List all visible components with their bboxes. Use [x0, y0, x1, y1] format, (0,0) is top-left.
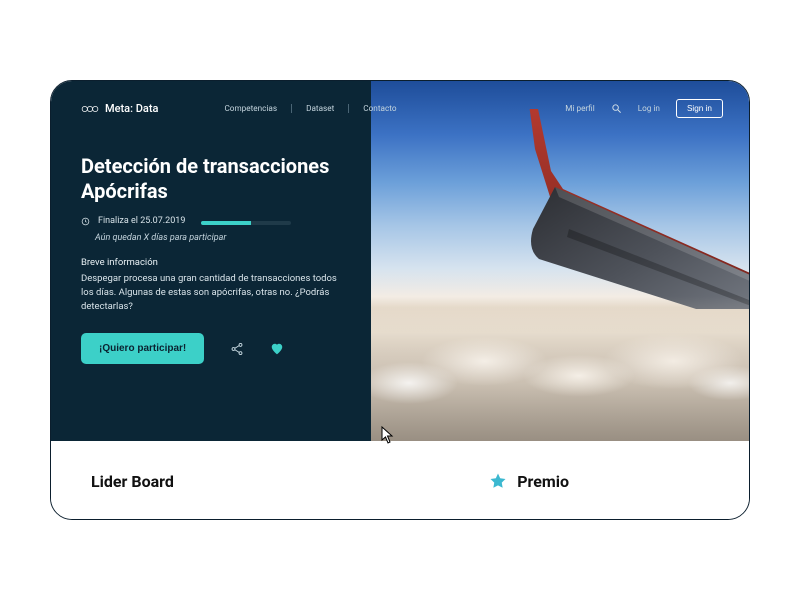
nav-secondary: Mi perfil Log in Sign in	[565, 99, 723, 118]
lower-tabs: Lider Board Premio	[51, 441, 749, 520]
nav-miperfil[interactable]: Mi perfil	[565, 104, 594, 114]
star-icon	[489, 472, 507, 490]
brand-name: Meta: Data	[105, 102, 158, 115]
nav-contacto[interactable]: Contacto	[349, 104, 410, 114]
tab-premio[interactable]: Premio	[489, 472, 569, 491]
page-title: Detección de transacciones Apócrifas	[81, 154, 341, 204]
login-link[interactable]: Log in	[638, 104, 660, 114]
brand-logo[interactable]: Meta: Data	[81, 102, 158, 115]
tab-premio-label: Premio	[517, 472, 569, 491]
hero-section: Meta: Data Competencias Dataset Contacto…	[51, 81, 749, 441]
clouds-illustration	[371, 296, 749, 441]
heart-icon[interactable]	[270, 342, 284, 356]
deadline-row: Finaliza el 25.07.2019	[81, 216, 185, 226]
deadline-progress-row: Finaliza el 25.07.2019	[81, 216, 341, 230]
progress-fill	[201, 221, 251, 225]
description-text: Despegar procesa una gran cantidad de tr…	[81, 272, 341, 313]
search-icon[interactable]	[611, 103, 622, 114]
tab-leaderboard-label: Lider Board	[91, 472, 174, 491]
tab-leaderboard[interactable]: Lider Board	[91, 472, 174, 491]
app-window: Meta: Data Competencias Dataset Contacto…	[50, 80, 750, 520]
top-nav: Meta: Data Competencias Dataset Contacto…	[51, 99, 750, 143]
deadline-text: Finaliza el 25.07.2019	[98, 216, 185, 226]
nav-dataset[interactable]: Dataset	[292, 104, 348, 114]
signin-button[interactable]: Sign in	[676, 99, 723, 118]
remaining-text: Aún quedan X días para participar	[95, 233, 341, 243]
info-label: Breve información	[81, 257, 341, 268]
hero-left-panel: Meta: Data Competencias Dataset Contacto…	[51, 81, 371, 441]
nav-primary: Competencias Dataset Contacto	[210, 104, 410, 114]
logo-icon	[81, 103, 99, 115]
participate-button[interactable]: ¡Quiero participar!	[81, 333, 204, 364]
share-icon[interactable]	[230, 342, 244, 356]
cta-row: ¡Quiero participar!	[81, 333, 341, 364]
nav-competencias[interactable]: Competencias	[210, 104, 291, 114]
clock-icon	[81, 217, 90, 226]
progress-bar	[201, 221, 291, 225]
